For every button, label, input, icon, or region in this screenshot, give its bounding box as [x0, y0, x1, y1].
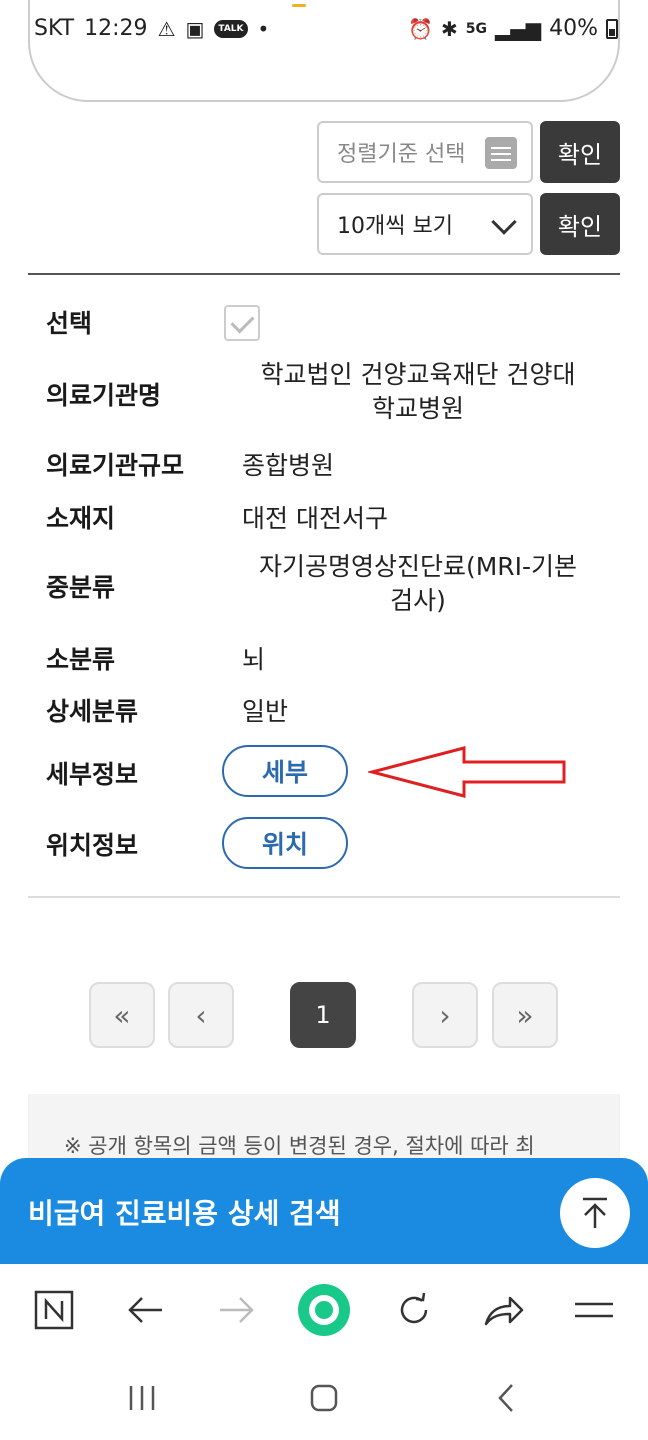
- pagination-first-button[interactable]: «: [89, 982, 155, 1048]
- notice-text: ※ 공개 항목의 금액 등이 변경된 경우, 절차에 따라 최: [64, 1134, 535, 1158]
- mid-category-value: 자기공명영상진단료(MRI-기본 검사): [230, 550, 606, 618]
- sort-confirm-button[interactable]: 확인: [540, 121, 620, 183]
- menu-icon[interactable]: [570, 1286, 618, 1334]
- detail-category-value: 일반: [242, 697, 289, 726]
- scale-value: 종합병원: [242, 451, 335, 480]
- back-icon[interactable]: [122, 1286, 170, 1334]
- location-label: 소재지: [46, 504, 116, 533]
- mid-category-line1: 자기공명영상진단료(MRI-기본: [258, 552, 578, 581]
- refresh-icon[interactable]: [390, 1286, 438, 1334]
- recent-apps-shape: [129, 1386, 155, 1410]
- list-icon: [485, 137, 517, 169]
- mid-category-line2: 검사): [390, 586, 446, 615]
- home-shape: [310, 1384, 338, 1412]
- sub-category-label: 소분류: [46, 645, 116, 674]
- detail-search-title: 비급여 진료비용 상세 검색: [28, 1197, 341, 1230]
- naver-icon[interactable]: [30, 1286, 78, 1334]
- chevron-down-icon: [491, 209, 517, 235]
- pagination-page-1[interactable]: 1: [290, 982, 356, 1048]
- scroll-top-button[interactable]: [560, 1178, 630, 1248]
- search-card-bottom: [28, 0, 620, 102]
- card-accent-mark: [292, 4, 306, 7]
- mid-category-label: 중분류: [46, 573, 116, 602]
- share-icon[interactable]: [480, 1286, 528, 1334]
- back-nav-icon[interactable]: [482, 1374, 530, 1422]
- home-icon[interactable]: [300, 1374, 348, 1422]
- location-info-label: 위치정보: [46, 831, 139, 860]
- pagination-last-button[interactable]: »: [492, 982, 558, 1048]
- select-label: 선택: [46, 309, 93, 338]
- location-button[interactable]: 위치: [222, 817, 348, 869]
- recent-apps-icon[interactable]: [118, 1374, 166, 1422]
- location-value: 대전 대전서구: [242, 504, 388, 533]
- refresh-shape: [400, 1292, 428, 1324]
- sub-category-value: 뇌: [242, 645, 266, 674]
- institution-label: 의료기관명: [46, 381, 162, 410]
- forward-arrow-shape: [220, 1297, 254, 1323]
- browser-toolbar: [0, 1264, 648, 1356]
- back-nav-shape: [498, 1384, 513, 1412]
- naver-icon-shape: [34, 1290, 74, 1330]
- menu-shape: [575, 1302, 613, 1318]
- scale-label: 의료기관규모: [46, 451, 185, 480]
- detail-category-label: 상세분류: [46, 697, 139, 726]
- list-bottom-divider: [28, 896, 620, 898]
- page-size-value: 10개씩 보기: [337, 214, 453, 239]
- pagination-prev-button[interactable]: ‹: [168, 982, 234, 1048]
- home-green-icon[interactable]: [296, 1282, 352, 1338]
- share-shape: [484, 1296, 524, 1326]
- green-circle-shape: [298, 1284, 350, 1336]
- annotation-arrow-icon: [368, 746, 566, 798]
- annotation-arrow-shape: [368, 746, 566, 798]
- arrow-up-icon: [583, 1197, 607, 1228]
- page-size-confirm-button[interactable]: 확인: [540, 193, 620, 255]
- page-size-select[interactable]: 10개씩 보기: [317, 193, 533, 255]
- sort-select[interactable]: 정렬기준 선택: [317, 121, 533, 183]
- pagination-next-button[interactable]: ›: [412, 982, 478, 1048]
- list-top-divider: [28, 273, 620, 275]
- system-nav-bar: [0, 1356, 648, 1440]
- detail-search-bar[interactable]: 비급여 진료비용 상세 검색: [0, 1158, 648, 1264]
- institution-line2: 학교병원: [371, 394, 464, 423]
- detail-button[interactable]: 세부: [222, 745, 348, 797]
- institution-line1: 학교법인 건양교육재단 건양대: [260, 360, 576, 389]
- sort-placeholder: 정렬기준 선택: [337, 142, 466, 167]
- select-checkbox[interactable]: [224, 305, 260, 341]
- detail-info-label: 세부정보: [46, 760, 139, 789]
- forward-icon[interactable]: [212, 1286, 260, 1334]
- institution-value: 학교법인 건양교육재단 건양대 학교병원: [230, 358, 606, 426]
- back-arrow-shape: [128, 1297, 162, 1323]
